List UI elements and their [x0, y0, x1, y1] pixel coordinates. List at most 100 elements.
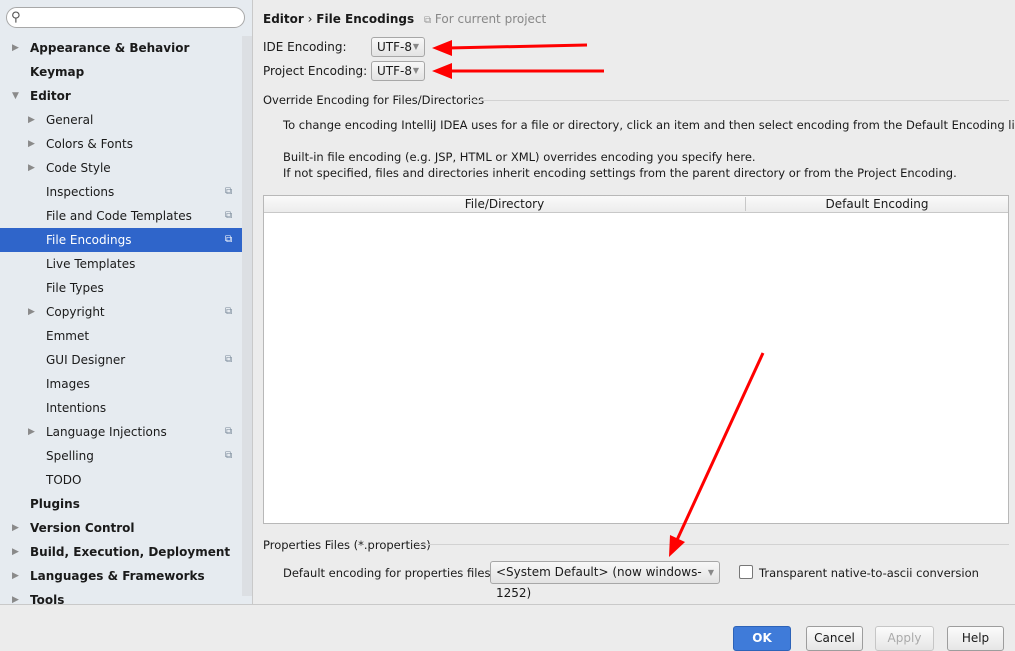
- collapsed-arrow-icon[interactable]: ▶: [12, 564, 19, 588]
- settings-sidebar: ⚲ ▶ Appearance & Behavior Keymap ▼ Editor ▶ Ge…: [0, 0, 253, 604]
- project-scope-icon: ⧉: [423, 15, 432, 26]
- chevron-down-icon: ▼: [412, 66, 419, 75]
- sidebar-item-copyright[interactable]: ▶ Copyright ⧉: [0, 300, 242, 324]
- sidebar-item-label: Live Templates: [46, 257, 136, 271]
- sidebar-item-label: Build, Execution, Deployment: [30, 545, 231, 559]
- column-file-directory[interactable]: File/Directory: [264, 197, 746, 211]
- sidebar-item-label: File and Code Templates: [46, 209, 192, 223]
- apply-button[interactable]: Apply: [875, 626, 934, 651]
- native-to-ascii-label: Transparent native-to-ascii conversion: [759, 566, 979, 580]
- sidebar-item-label: Images: [46, 377, 90, 391]
- sidebar-item-language-injections[interactable]: ▶ Language Injections ⧉: [0, 420, 242, 444]
- column-default-encoding[interactable]: Default Encoding: [746, 197, 1008, 211]
- inherit-note: If not specified, files and directories …: [283, 166, 957, 180]
- dialog-footer: OK Cancel Apply Help: [0, 604, 1015, 651]
- breadcrumb: Editor › File Encodings ⧉ For current pr…: [263, 12, 546, 26]
- sidebar-item-label: Editor: [30, 89, 71, 103]
- sidebar-item-intentions[interactable]: Intentions: [0, 396, 242, 420]
- collapsed-arrow-icon[interactable]: ▶: [12, 516, 19, 540]
- collapsed-arrow-icon[interactable]: ▶: [12, 588, 19, 604]
- table-header: File/Directory Default Encoding: [264, 196, 1008, 213]
- sidebar-item-file-and-code-templates[interactable]: File and Code Templates ⧉: [0, 204, 242, 228]
- project-scope-icon: ⧉: [225, 186, 233, 197]
- collapsed-arrow-icon[interactable]: ▶: [28, 156, 35, 180]
- sidebar-item-label: Intentions: [46, 401, 107, 415]
- sidebar-item-todo[interactable]: TODO: [0, 468, 242, 492]
- expanded-arrow-icon[interactable]: ▼: [12, 84, 19, 108]
- breadcrumb-parent: Editor: [263, 12, 304, 26]
- breadcrumb-separator: ›: [307, 12, 313, 26]
- sidebar-item-file-types[interactable]: File Types: [0, 276, 242, 300]
- sidebar-item-label: Version Control: [30, 521, 135, 535]
- sidebar-item-editor[interactable]: ▼ Editor: [0, 84, 242, 108]
- sidebar-item-label: Spelling: [46, 449, 94, 463]
- collapsed-arrow-icon[interactable]: ▶: [12, 540, 19, 564]
- chevron-down-icon: ▼: [707, 568, 714, 577]
- project-encoding-value: UTF-8: [377, 64, 412, 78]
- builtin-note: Built-in file encoding (e.g. JSP, HTML o…: [283, 150, 756, 164]
- ide-encoding-value: UTF-8: [377, 40, 412, 54]
- sidebar-item-spelling[interactable]: Spelling ⧉: [0, 444, 242, 468]
- sidebar-item-plugins[interactable]: Plugins: [0, 492, 242, 516]
- native-to-ascii-checkbox[interactable]: [739, 565, 753, 579]
- project-encoding-label: Project Encoding:: [263, 64, 368, 78]
- sidebar-item-label: Inspections: [46, 185, 115, 199]
- sidebar-item-file-encodings[interactable]: File Encodings ⧉: [0, 228, 252, 252]
- sidebar-item-label: Colors & Fonts: [46, 137, 133, 151]
- sidebar-item-label: General: [46, 113, 94, 127]
- project-scope-icon: ⧉: [225, 306, 233, 317]
- sidebar-item-label: File Encodings: [46, 233, 132, 247]
- sidebar-item-code-style[interactable]: ▶ Code Style: [0, 156, 242, 180]
- sidebar-item-tools[interactable]: ▶ Tools: [0, 588, 242, 604]
- sidebar-item-emmet[interactable]: Emmet: [0, 324, 242, 348]
- sidebar-item-keymap[interactable]: Keymap: [0, 60, 242, 84]
- sidebar-item-label: TODO: [46, 473, 82, 487]
- sidebar-item-inspections[interactable]: Inspections ⧉: [0, 180, 242, 204]
- search-input[interactable]: ⚲: [6, 7, 245, 28]
- override-description: To change encoding IntelliJ IDEA uses fo…: [283, 118, 1015, 132]
- project-scope-icon: ⧉: [225, 450, 233, 461]
- sidebar-item-label: Keymap: [30, 65, 85, 79]
- sidebar-item-label: Emmet: [46, 329, 90, 343]
- sidebar-item-languages-frameworks[interactable]: ▶ Languages & Frameworks: [0, 564, 242, 588]
- sidebar-item-label: Languages & Frameworks: [30, 569, 205, 583]
- ide-encoding-label: IDE Encoding:: [263, 40, 347, 54]
- sidebar-item-appearance-behavior[interactable]: ▶ Appearance & Behavior: [0, 36, 242, 60]
- sidebar-item-label: Plugins: [30, 497, 80, 511]
- sidebar-item-colors-fonts[interactable]: ▶ Colors & Fonts: [0, 132, 242, 156]
- collapsed-arrow-icon[interactable]: ▶: [28, 300, 35, 324]
- sidebar-item-version-control[interactable]: ▶ Version Control: [0, 516, 242, 540]
- ok-button[interactable]: OK: [733, 626, 791, 651]
- properties-encoding-select[interactable]: <System Default> (now windows-1252) ▼: [490, 561, 720, 600]
- sidebar-scrollbar[interactable]: [242, 36, 252, 596]
- breadcrumb-current: File Encodings: [316, 12, 415, 26]
- sidebar-item-label: Tools: [30, 593, 65, 604]
- project-scope-icon: ⧉: [225, 354, 233, 365]
- project-scope-icon: ⧉: [225, 426, 233, 437]
- properties-encoding-label: Default encoding for properties files:: [283, 566, 495, 580]
- help-button[interactable]: Help: [947, 626, 1004, 651]
- ide-encoding-select[interactable]: UTF-8 ▼: [371, 37, 425, 57]
- cancel-button[interactable]: Cancel: [806, 626, 863, 651]
- sidebar-item-build-execution-deployment[interactable]: ▶ Build, Execution, Deployment: [0, 540, 242, 564]
- collapsed-arrow-icon[interactable]: ▶: [28, 132, 35, 156]
- encoding-table[interactable]: File/Directory Default Encoding: [263, 195, 1009, 524]
- project-encoding-select[interactable]: UTF-8 ▼: [371, 61, 425, 81]
- sidebar-item-live-templates[interactable]: Live Templates: [0, 252, 242, 276]
- sidebar-item-gui-designer[interactable]: GUI Designer ⧉: [0, 348, 242, 372]
- sidebar-item-general[interactable]: ▶ General: [0, 108, 242, 132]
- divider: [468, 100, 1009, 101]
- properties-section-title: Properties Files (*.properties): [263, 538, 431, 552]
- sidebar-item-label: File Types: [46, 281, 104, 295]
- sidebar-item-label: Copyright: [46, 305, 105, 319]
- collapsed-arrow-icon[interactable]: ▶: [12, 36, 19, 60]
- sidebar-item-images[interactable]: Images: [0, 372, 242, 396]
- sidebar-item-label: Language Injections: [46, 425, 167, 439]
- collapsed-arrow-icon[interactable]: ▶: [28, 420, 35, 444]
- sidebar-item-label: Code Style: [46, 161, 111, 175]
- collapsed-arrow-icon[interactable]: ▶: [28, 108, 35, 132]
- chevron-down-icon: ▼: [412, 42, 419, 51]
- sidebar-item-label: GUI Designer: [46, 353, 126, 367]
- search-icon: ⚲: [11, 10, 21, 25]
- project-scope-icon: ⧉: [225, 234, 233, 245]
